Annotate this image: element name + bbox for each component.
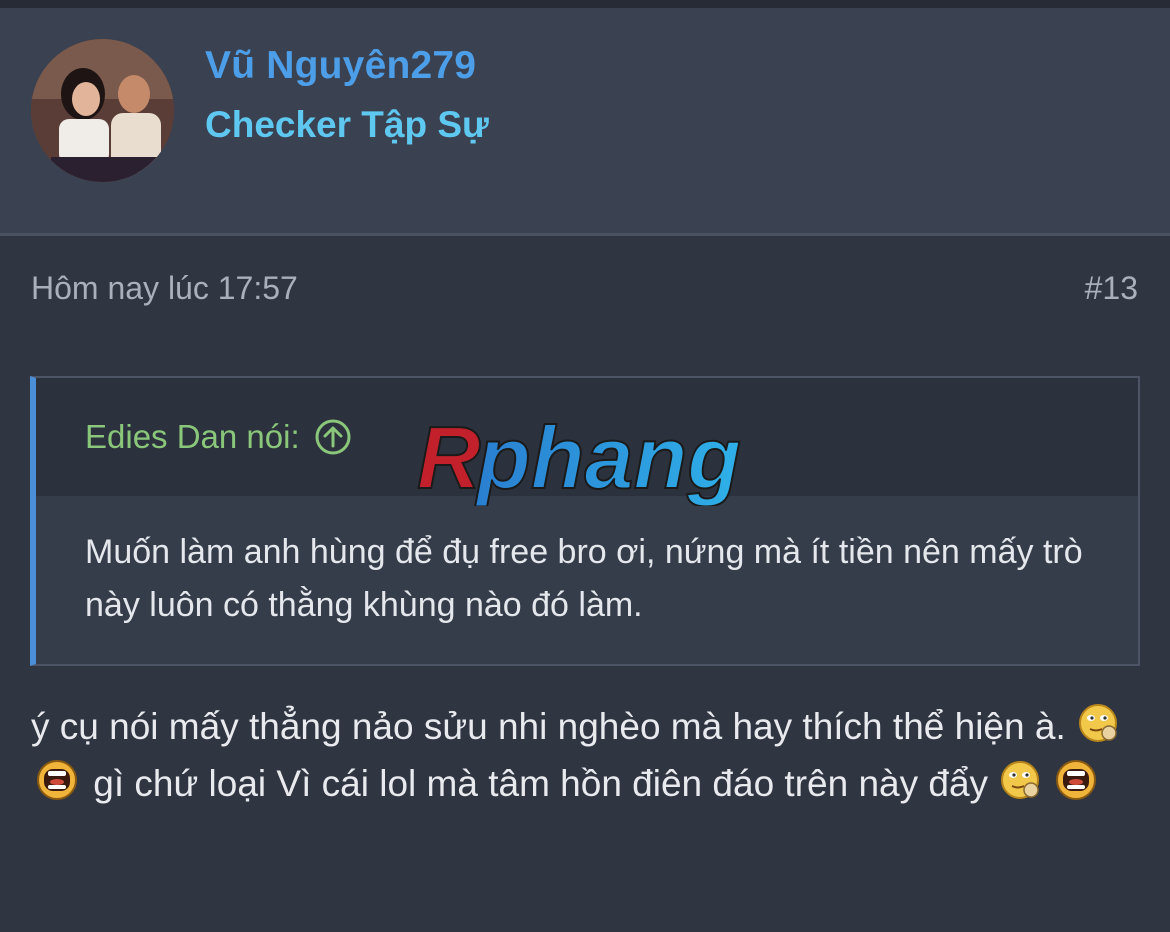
quote-author: Edies Dan nói: [85,418,300,455]
post-text-part2: gì chứ loại Vì cái lol mà tâm hồn điên đ… [93,763,989,804]
username[interactable]: Vũ Nguyên279 [205,44,476,88]
post-text-part1: ý cụ nói mấy thẳng nảo sửu nhi nghèo mà … [31,706,1066,747]
quote-header: Edies Dan nói: R phang [36,378,1138,506]
watermark-logo: R phang [416,407,742,506]
post-timestamp[interactable]: Hôm nay lúc 17:57 [31,270,298,307]
top-bar [0,0,1170,8]
avatar-photo [31,39,174,182]
avatar[interactable] [31,39,174,182]
post-user-header: Vũ Nguyên279 Checker Tập Sự [0,8,1170,236]
user-title: Checker Tập Sự [205,104,489,145]
quote-text: Muốn làm anh hùng để đụ free bro ơi, nứn… [85,533,1083,624]
smirk-emoji-icon [1078,701,1126,745]
shout-emoji-icon [33,758,81,802]
svg-text:R: R [417,408,481,506]
post-message: ý cụ nói mấy thẳng nảo sửu nhi nghèo mà … [31,698,1151,812]
post-number[interactable]: #13 [1085,270,1138,307]
smirk-emoji-icon [1000,758,1048,802]
quote-author-link[interactable]: Edies Dan nói: [85,418,352,456]
quote-block: Edies Dan nói: R phang Muốn làm anh hùng… [30,376,1140,666]
svg-text:phang: phang [475,408,741,506]
arrow-up-circle-icon[interactable] [314,418,352,456]
shout-emoji-icon [1052,758,1100,802]
